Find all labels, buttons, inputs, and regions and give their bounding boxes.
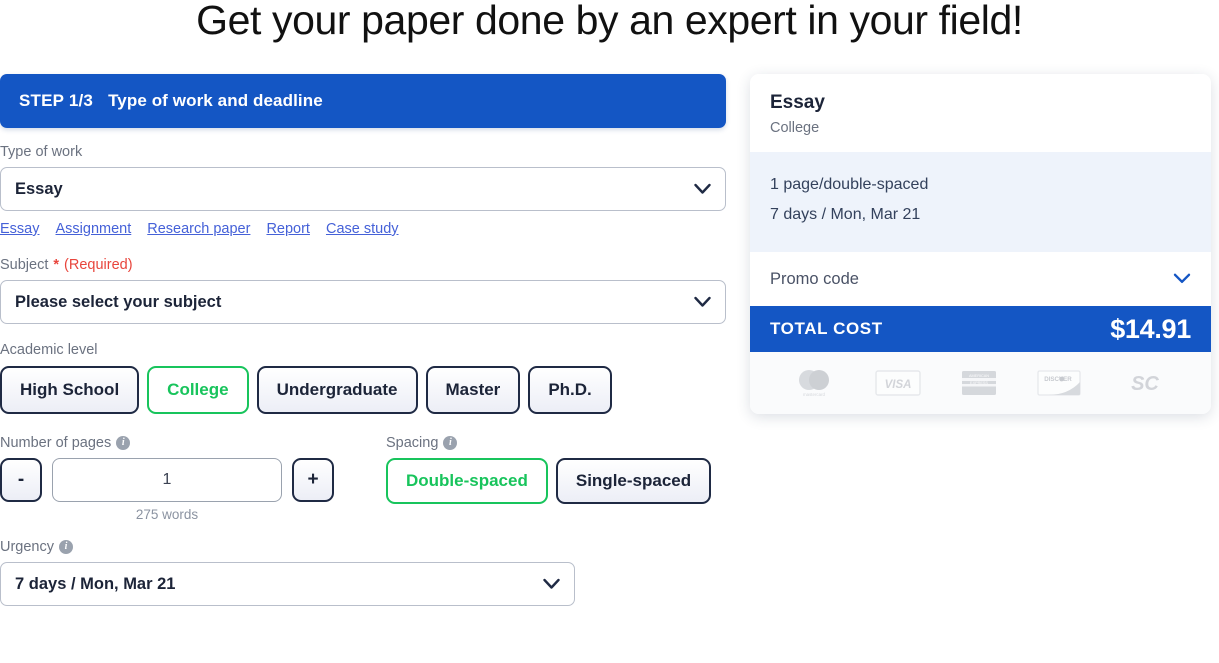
- subject-value: Please select your subject: [15, 292, 222, 311]
- pages-stepper: - +: [0, 458, 334, 502]
- chevron-down-icon: [543, 578, 560, 590]
- page-title: Get your paper done by an expert in your…: [196, 0, 1023, 43]
- quick-link-case-study[interactable]: Case study: [326, 221, 399, 237]
- pages-and-spacing-row: Number of pages i - + 275 words Spacing …: [0, 435, 726, 522]
- spacing-label: Spacing i: [386, 435, 711, 451]
- total-cost-value: $14.91: [1110, 313, 1191, 344]
- spacing-group: Spacing i Double-spaced Single-spaced: [386, 435, 712, 522]
- summary-pages-detail: 1 page/double-spaced: [770, 176, 929, 193]
- increment-pages-button[interactable]: +: [292, 458, 334, 502]
- discover-logo: DISCVER: [1036, 368, 1082, 398]
- svg-text:VISA: VISA: [884, 379, 911, 391]
- info-icon[interactable]: i: [59, 540, 73, 554]
- academic-level-high-school[interactable]: High School: [0, 366, 140, 414]
- academic-level-college[interactable]: College: [147, 366, 249, 414]
- promo-code-label: Promo code: [770, 269, 859, 288]
- type-of-work-value: Essay: [15, 179, 63, 198]
- urgency-label-text: Urgency: [0, 539, 54, 555]
- quick-link-assignment[interactable]: Assignment: [56, 221, 132, 237]
- spacing-single-spaced[interactable]: Single-spaced: [555, 458, 712, 504]
- academic-level-options: High School College Undergraduate Master…: [0, 366, 726, 414]
- number-of-pages-label: Number of pages i: [0, 435, 334, 451]
- info-icon[interactable]: i: [116, 436, 131, 450]
- amex-logo: AMERICAN EXPRESS: [959, 368, 999, 398]
- summary-subtitle: College: [770, 120, 820, 136]
- payment-methods-row: mastercard VISA AMERICAN EXPRESS DISCVER…: [750, 352, 1211, 414]
- pages-input[interactable]: [52, 458, 282, 502]
- words-count-note: 275 words: [135, 507, 199, 522]
- subject-label: Subject * (Required): [0, 257, 726, 273]
- spacing-double-spaced[interactable]: Double-spaced: [386, 458, 548, 504]
- summary-details: 1 page/double-spaced 7 days / Mon, Mar 2…: [750, 152, 1211, 252]
- academic-level-master[interactable]: Master: [425, 366, 521, 414]
- quick-link-research-paper[interactable]: Research paper: [147, 221, 250, 237]
- total-cost-bar: TOTAL COST $14.91: [750, 306, 1211, 352]
- spacing-label-text: Spacing: [386, 435, 439, 451]
- type-of-work-group: Type of work Essay Essay Assignment Rese…: [0, 144, 726, 237]
- summary-title: Essay: [770, 92, 825, 113]
- urgency-value: 7 days / Mon, Mar 21: [15, 574, 176, 593]
- step-number: STEP 1/3: [19, 91, 94, 110]
- order-form-left-column: STEP 1/3 Type of work and deadline Type …: [0, 74, 726, 606]
- number-of-pages-label-text: Number of pages: [0, 435, 112, 451]
- visa-logo: VISA: [874, 368, 922, 398]
- spacing-options: Double-spaced Single-spaced: [386, 458, 712, 504]
- urgency-group: Urgency i 7 days / Mon, Mar 21: [0, 539, 575, 606]
- urgency-select[interactable]: 7 days / Mon, Mar 21: [0, 562, 575, 606]
- subject-group: Subject * (Required) Please select your …: [0, 257, 726, 324]
- step-header-bar: STEP 1/3 Type of work and deadline: [0, 74, 726, 128]
- urgency-label: Urgency i: [0, 539, 575, 555]
- quick-link-report[interactable]: Report: [266, 221, 310, 237]
- type-of-work-select[interactable]: Essay: [0, 167, 726, 211]
- required-text: (Required): [64, 257, 133, 273]
- total-cost-label: TOTAL COST: [770, 319, 883, 338]
- svg-text:EXPRESS: EXPRESS: [970, 381, 988, 385]
- chevron-down-icon: [1173, 270, 1191, 289]
- svg-text:AMERICAN: AMERICAN: [968, 374, 988, 378]
- mastercard-logo: mastercard: [791, 367, 837, 399]
- required-star: *: [53, 257, 60, 273]
- svg-text:SC: SC: [1131, 373, 1159, 395]
- academic-level-phd[interactable]: Ph.D.: [528, 366, 612, 414]
- number-of-pages-group: Number of pages i - + 275 words: [0, 435, 334, 522]
- decrement-pages-button[interactable]: -: [0, 458, 42, 502]
- summary-header: Essay College: [750, 74, 1211, 152]
- academic-level-undergraduate[interactable]: Undergraduate: [256, 366, 418, 414]
- subject-label-text: Subject: [0, 257, 49, 273]
- svg-text:mastercard: mastercard: [803, 392, 826, 397]
- svg-text:DISCVER: DISCVER: [1044, 376, 1072, 383]
- subject-select[interactable]: Please select your subject: [0, 280, 726, 324]
- type-of-work-label: Type of work: [0, 144, 83, 160]
- quick-link-essay[interactable]: Essay: [0, 221, 40, 237]
- step-title: Type of work and deadline: [108, 91, 323, 110]
- promo-code-row[interactable]: Promo code: [750, 252, 1211, 306]
- academic-level-label: Academic level: [0, 342, 98, 358]
- chevron-down-icon: [694, 296, 711, 308]
- chevron-down-icon: [694, 183, 711, 195]
- sc-logo: SC: [1119, 368, 1171, 398]
- info-icon[interactable]: i: [443, 436, 458, 450]
- academic-level-group: Academic level High School College Under…: [0, 342, 726, 414]
- summary-deadline-detail: 7 days / Mon, Mar 21: [770, 206, 921, 223]
- order-summary-card: Essay College 1 page/double-spaced 7 day…: [750, 74, 1211, 414]
- order-form-page: Get your paper done by an expert in your…: [0, 0, 1219, 663]
- type-of-work-quick-links: Essay Assignment Research paper Report C…: [0, 221, 726, 237]
